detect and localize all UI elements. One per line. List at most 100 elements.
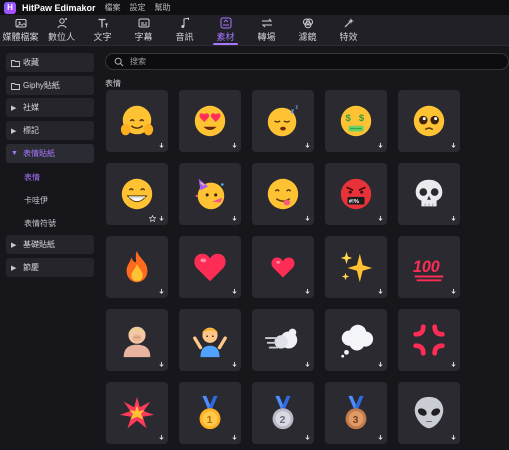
sticker-grinning-face[interactable] [106,163,168,225]
download-icon[interactable] [158,434,165,441]
menu-settings[interactable]: 設定 [130,2,146,13]
download-icon[interactable] [450,434,457,441]
download-icon[interactable] [158,361,165,368]
download-icon[interactable] [450,215,457,222]
search-bar[interactable]: 搜索 [105,53,509,70]
folder-icon [11,82,23,90]
tab-transition-label: 轉場 [257,32,276,42]
download-icon[interactable] [304,288,311,295]
anger-symbol-icon [410,321,448,359]
sticker-skull[interactable] [398,163,460,225]
sticker-person-facepalming[interactable] [106,309,168,371]
sticker-sleeping-face[interactable]: zz [252,90,314,152]
download-icon[interactable] [450,142,457,149]
red-heart-icon [191,248,229,286]
app-logo-icon: H [4,1,16,14]
tab-subtitle[interactable]: 字幕 [123,15,164,45]
download-icon[interactable] [231,361,238,368]
svg-text:#!%: #!% [349,199,359,205]
download-icon[interactable] [158,288,165,295]
tab-audio[interactable]: 音訊 [164,15,205,45]
sticker-alien[interactable] [398,382,460,444]
tab-transition[interactable]: 轉場 [246,15,287,45]
sidebar-item-giphy[interactable]: Giphy貼紙 [6,76,94,95]
download-icon[interactable] [158,215,165,222]
sticker-cursing-face[interactable]: #!% [325,163,387,225]
menu-help[interactable]: 幫助 [155,2,171,13]
download-icon[interactable] [450,288,457,295]
download-icon[interactable] [377,288,384,295]
sticker-yum-face[interactable] [252,163,314,225]
download-icon[interactable] [377,142,384,149]
download-icon[interactable] [377,361,384,368]
download-icon[interactable] [304,142,311,149]
svg-text:$: $ [359,113,365,124]
star-outline-icon[interactable] [149,215,156,222]
download-icon[interactable] [231,215,238,222]
caret-right-icon: ▶ [11,241,17,249]
sidebar-item-holiday[interactable]: ▶ 節慶 [6,258,94,277]
download-icon[interactable] [158,142,165,149]
sticker-collision[interactable] [106,382,168,444]
caret-right-icon: ▶ [11,104,17,112]
tab-assets[interactable]: 素材 [205,15,246,45]
sticker-heart-eyes[interactable] [179,90,241,152]
sidebar-subitem-emoji[interactable]: 表情 [24,172,40,183]
sticker-pleading-face[interactable] [398,90,460,152]
tab-effects[interactable]: 特效 [328,15,369,45]
sidebar-item-label: 收藏 [23,58,39,67]
sticker-small-heart[interactable] [252,236,314,298]
download-icon[interactable] [304,434,311,441]
main-toolbar: 媒體檔案 數位人 文字 字幕 音訊 素材 轉場 濾鏡 特效 [0,15,509,46]
effects-icon [344,18,354,28]
sleeping-face-icon: zz [264,102,302,140]
sticker-anger-symbol[interactable] [398,309,460,371]
sticker-party-face[interactable] [179,163,241,225]
tab-text[interactable]: 文字 [82,15,123,45]
tab-filter-label: 濾鏡 [298,32,317,42]
tab-media[interactable]: 媒體檔案 [0,15,41,45]
menu-file[interactable]: 檔案 [105,2,121,13]
download-icon[interactable] [377,434,384,441]
sticker-speech-balloon[interactable] [325,309,387,371]
download-icon[interactable] [231,142,238,149]
tab-digital-human[interactable]: 數位人 [41,15,82,45]
svg-text:z: z [291,106,295,115]
sidebar-subitem-kawaii[interactable]: 卡哇伊 [24,195,48,206]
sidebar-item-emoji-stickers[interactable]: ▼ 表情貼紙 [6,144,94,163]
download-icon[interactable] [377,215,384,222]
download-icon[interactable] [231,288,238,295]
caret-down-icon: ▼ [11,150,18,157]
sticker-hundred-points[interactable]: 100 [398,236,460,298]
sticker-fire[interactable] [106,236,168,298]
download-icon[interactable] [304,361,311,368]
download-icon[interactable] [450,361,457,368]
sticker-sparkles[interactable] [325,236,387,298]
download-icon[interactable] [304,215,311,222]
sidebar-item-tags[interactable]: ▶ 標記 [6,121,94,140]
caret-right-icon: ▶ [11,127,17,135]
sticker-hugging-face[interactable] [106,90,168,152]
sidebar-item-basic-stickers[interactable]: ▶ 基礎貼紙 [6,235,94,254]
sticker-first-place-medal[interactable]: 1 [179,382,241,444]
collision-icon [118,394,156,432]
svg-text:1: 1 [207,415,213,426]
asset-sidebar: 收藏 Giphy貼紙 ▶ 社媒 ▶ 標記 ▼ 表情貼紙 表情 卡哇伊 表情符號 … [0,46,100,450]
sidebar-item-social[interactable]: ▶ 社媒 [6,98,94,117]
transition-icon [261,18,272,28]
sticker-dashing-away[interactable] [252,309,314,371]
sidebar-item-label: 表情貼紙 [23,149,55,158]
sparkles-icon [337,248,375,286]
sticker-second-place-medal[interactable]: 2 [252,382,314,444]
sticker-money-mouth[interactable]: $ $ [325,90,387,152]
money-mouth-face-icon: $ $ [337,102,375,140]
search-input[interactable]: 搜索 [130,56,146,67]
download-icon[interactable] [231,434,238,441]
tab-filter[interactable]: 濾鏡 [287,15,328,45]
tab-text-label: 文字 [93,32,112,42]
sticker-third-place-medal[interactable]: 3 [325,382,387,444]
sticker-person-shrugging[interactable] [179,309,241,371]
sticker-red-heart[interactable] [179,236,241,298]
sidebar-subitem-emoticons[interactable]: 表情符號 [24,218,56,229]
sidebar-item-favorites[interactable]: 收藏 [6,53,94,72]
